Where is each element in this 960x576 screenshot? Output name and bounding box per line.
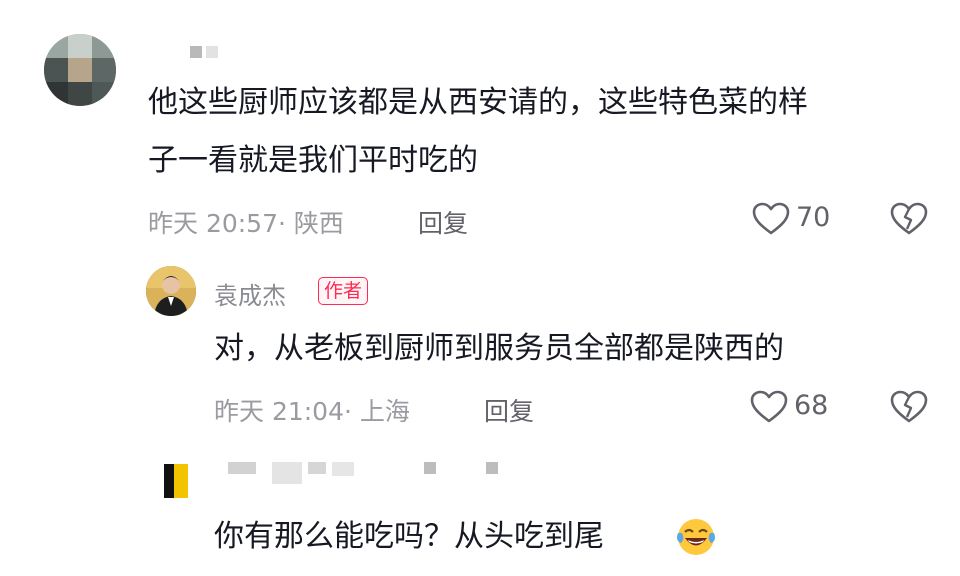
broken-heart-icon[interactable] <box>890 390 928 424</box>
reply-location: · 上海 <box>344 397 410 426</box>
reply-button[interactable]: 回复 <box>484 392 534 428</box>
reply-timestamp: 昨天 21:04 <box>214 397 344 426</box>
laughing-crying-emoji-icon <box>676 517 716 557</box>
comment-text: 你有那么能吃吗？从头吃到尾 <box>214 508 715 566</box>
commenter-avatar[interactable] <box>158 460 196 502</box>
comment-text-body: 你有那么能吃吗？从头吃到尾 <box>214 519 604 554</box>
author-name[interactable]: 袁成杰 <box>214 276 286 311</box>
like-count: 70 <box>796 202 831 233</box>
commenter-avatar[interactable] <box>44 34 116 106</box>
comment-timestamp: 昨天 20:57 <box>148 209 278 238</box>
like-count: 68 <box>794 390 829 421</box>
comment-location: · 陕西 <box>278 209 344 238</box>
heart-outline-icon[interactable] <box>752 202 790 236</box>
reply-time: 昨天 21:04· 上海 <box>214 392 410 428</box>
comment-text-line-2: 子一看就是我们平时吃的 <box>148 143 478 178</box>
heart-outline-icon[interactable] <box>750 390 788 424</box>
reply-button[interactable]: 回复 <box>418 204 468 240</box>
comment-time: 昨天 20:57· 陕西 <box>148 204 344 240</box>
broken-heart-icon[interactable] <box>890 202 928 236</box>
reply-text: 对，从老板到厨师到服务员全部都是陕西的 <box>214 331 784 366</box>
author-badge: 作者 <box>318 277 369 305</box>
author-avatar[interactable] <box>146 266 196 316</box>
comment-text-line-1: 他这些厨师应该都是从西安请的，这些特色菜的样 <box>148 85 808 120</box>
